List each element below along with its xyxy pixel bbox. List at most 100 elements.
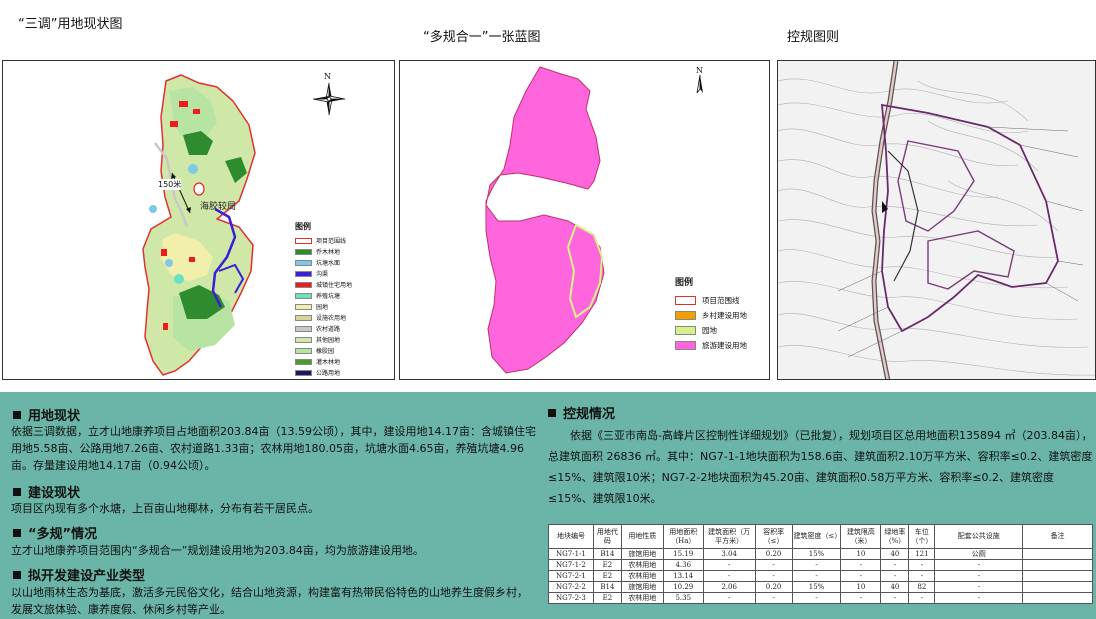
legend-item: 乡村建设用地 xyxy=(675,308,747,323)
legend-swatch xyxy=(295,270,312,277)
table-cell: 10 xyxy=(840,548,882,560)
table-header-cell: 容积率（≤） xyxy=(754,524,793,549)
legend-swatch xyxy=(675,341,696,350)
table-cell: 3.04 xyxy=(702,548,756,560)
table-row: NG7-1-2 E2 农林用地 4.36- - - - - - - xyxy=(548,559,1093,571)
table-header-cell: 配套公共设施 xyxy=(934,524,1024,549)
distance-label: 150米 xyxy=(158,179,182,190)
regulatory-text: 依据《三亚市南岛-高峰片区控制性详细规划》（已批复），规划项目区总用地面积135… xyxy=(548,429,1093,505)
legend-item: 灌木林地 xyxy=(295,356,352,367)
table-cell xyxy=(1022,559,1093,571)
table-cell: NG7-1-1 xyxy=(548,548,594,560)
legend-label: 公路用地 xyxy=(316,370,341,377)
table-cell: - xyxy=(754,592,793,604)
industry-heading: 拟开发建设产业类型 xyxy=(13,565,145,584)
table-cell: - xyxy=(880,570,910,582)
multi-plan-heading: “多规”情况 xyxy=(13,523,97,542)
legend-item: 公路用地 xyxy=(295,367,352,378)
table-cell: 农林用地 xyxy=(620,592,664,604)
table-cell: - xyxy=(702,559,756,571)
table-cell: 15.19 xyxy=(662,548,704,560)
legend-label: 农村道路 xyxy=(316,326,341,333)
table-cell: 10 xyxy=(840,581,882,593)
current-status-heading: 用地现状 xyxy=(13,405,80,424)
legend-label: 乔木林地 xyxy=(316,249,341,256)
legend-label: 灌木林地 xyxy=(316,359,341,366)
table-cell xyxy=(1022,581,1093,593)
table-cell: - xyxy=(791,559,842,571)
legend-label: 园地 xyxy=(316,304,329,311)
table-header-cell: 用地代码 xyxy=(592,524,622,549)
legend-swatch xyxy=(295,358,312,365)
blueprint-legend: 图例 项目范围线 乡村建设用地 园地 旅游建设用地 xyxy=(675,275,747,353)
table-cell: - xyxy=(908,592,936,604)
bullet-square-icon xyxy=(13,571,21,579)
bullet-square-icon xyxy=(548,409,556,417)
current-status-text: 依据三调数据，立才山地康养项目占地面积203.84亩（13.59公顷），其中，建… xyxy=(11,425,536,472)
bullet-square-icon xyxy=(13,488,21,496)
table-cell: - xyxy=(934,570,1024,582)
table-cell: - xyxy=(702,592,756,604)
regulatory-heading-text: 控规情况 xyxy=(563,407,616,422)
table-cell: 农林用地 xyxy=(620,570,664,582)
table-cell: 121 xyxy=(908,548,936,560)
place-label: 海胶较局 xyxy=(200,202,237,212)
table-cell: 15% xyxy=(791,581,842,593)
table-header-cell: 绿地率（%） xyxy=(880,524,910,549)
legend-label: 设施农用地 xyxy=(316,315,347,322)
current-status-heading-text: 用地现状 xyxy=(28,409,81,424)
legend-swatch xyxy=(295,259,312,266)
table-cell: - xyxy=(908,559,936,571)
table-cell: - xyxy=(754,570,793,582)
table-cell: 5.35 xyxy=(662,592,704,604)
table-cell: - xyxy=(791,570,842,582)
table-cell: E2 xyxy=(592,559,622,571)
table-cell: E2 xyxy=(592,570,622,582)
table-cell: 0.20 xyxy=(754,548,793,560)
table-row: NG7-2-1 E2 农林用地 13.14- - - - - - - xyxy=(548,570,1093,582)
table-cell: - xyxy=(880,592,910,604)
legend-swatch xyxy=(295,248,312,255)
table-cell: 公厕 xyxy=(934,548,1024,560)
table-cell: - xyxy=(908,570,936,582)
construction-text: 项目区内现有多个水塘，上百亩山地椰林，分布有若干居民点。 xyxy=(11,502,319,515)
table-cell: - xyxy=(840,570,882,582)
compass-icon xyxy=(696,74,703,94)
legend-item: 橡胶园 xyxy=(295,345,352,356)
table-cell: - xyxy=(754,559,793,571)
table-cell xyxy=(1022,548,1093,560)
legend-item: 项目范围线 xyxy=(675,293,747,308)
table-cell: - xyxy=(880,559,910,571)
legend-item: 沟渠 xyxy=(295,268,352,279)
legend-item: 项目范围线 xyxy=(295,235,352,246)
table-cell: 15% xyxy=(791,548,842,560)
multi-plan-text: 立才山地康养项目范围内“多规合一”规划建设用地为203.84亩，均为旅游建设用地… xyxy=(11,544,424,557)
legend-label: 坑塘水面 xyxy=(316,260,341,267)
industry-heading-text: 拟开发建设产业类型 xyxy=(28,569,146,584)
regulatory-table-container: 地块编号 用地代码 用地性质 用地面积（Ha） 建筑面积（万平方米） 容积率（≤） 建筑密度… xyxy=(548,524,1093,604)
table-cell: - xyxy=(702,570,756,582)
north-arrow: N xyxy=(688,66,712,97)
table-cell xyxy=(1022,592,1093,604)
regulatory-table: 地块编号 用地代码 用地性质 用地面积（Ha） 建筑面积（万平方米） 容积率（≤） 建筑密度… xyxy=(548,524,1093,604)
legend-item: 园地 xyxy=(675,323,747,338)
legend-swatch xyxy=(295,237,312,244)
legend-items: 项目范围线 乡村建设用地 园地 旅游建设用地 xyxy=(675,293,747,353)
land-use-legend: 图例 项目范围线 乔木林地 坑塘水面 沟渠 城镇住宅用地 养殖坑塘 园地 设施农用地 农村道路其… xyxy=(295,221,352,378)
construction-heading-text: 建设现状 xyxy=(28,486,81,501)
legend-title: 图例 xyxy=(675,278,694,288)
legend-item: 其他园地 xyxy=(295,334,352,345)
regulatory-plan-graphic xyxy=(778,61,1095,379)
blueprint-map-title: “多规合一”一张蓝图 xyxy=(423,30,541,45)
regulatory-plan-drawing xyxy=(777,60,1096,380)
construction-heading: 建设现状 xyxy=(13,482,80,501)
table-header-cell: 车位（个） xyxy=(908,524,936,549)
table-header-cell: 备注 xyxy=(1022,524,1093,549)
multi-plan-heading-text: “多规”情况 xyxy=(28,527,98,542)
legend-label: 沟渠 xyxy=(316,271,329,278)
table-cell: 旅馆用地 xyxy=(620,548,664,560)
legend-item: 农村道路 xyxy=(295,323,352,334)
table-cell: - xyxy=(840,592,882,604)
legend-label: 橡胶园 xyxy=(316,348,335,355)
current-land-use-map: 150米 海胶较局 N 图例 项目范围线 乔木林地 坑塘水面 沟渠 城镇住宅用地 养殖坑塘… xyxy=(2,60,395,380)
